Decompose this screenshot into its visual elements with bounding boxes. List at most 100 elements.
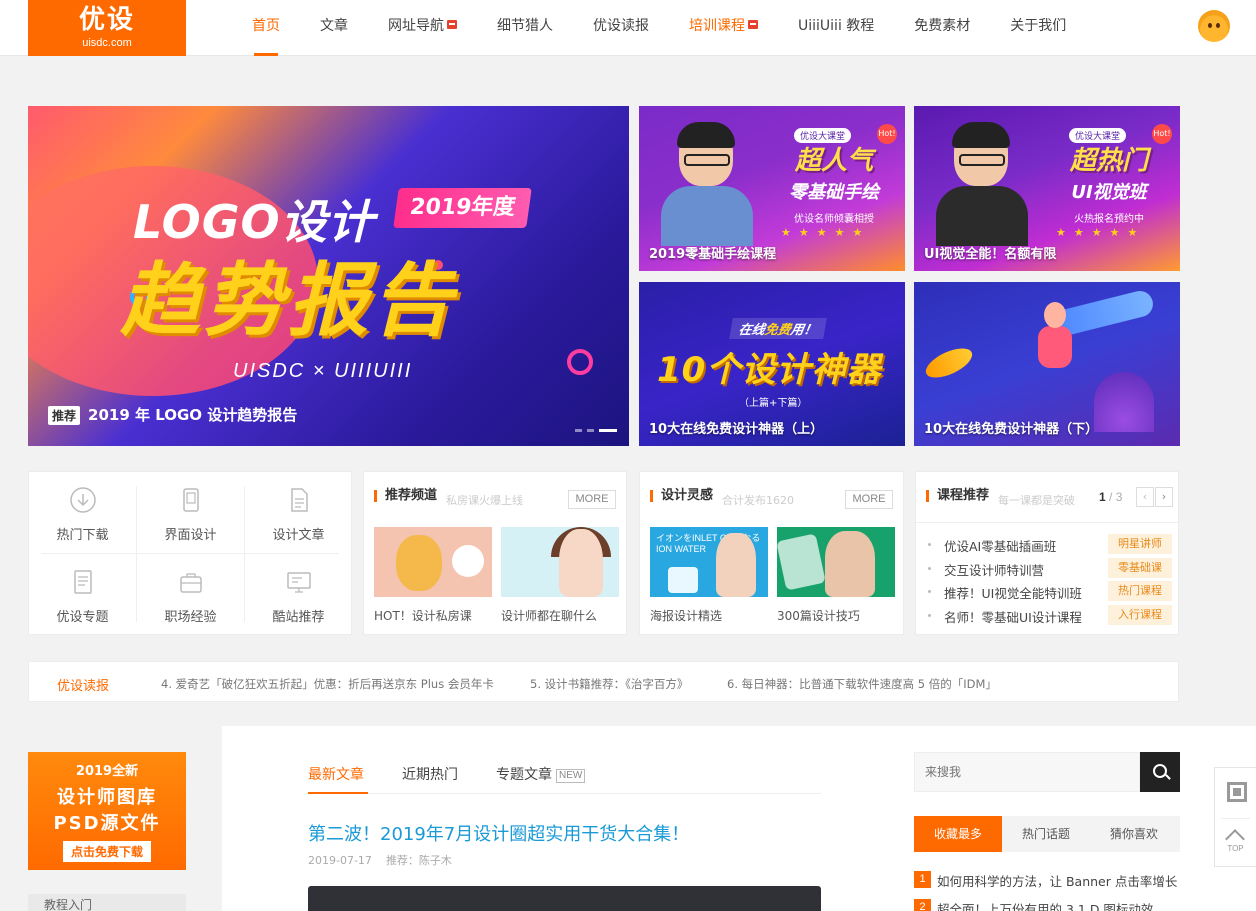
course-recommend-panel: 课程推荐 每一课都是突破 1 / 3 ‹ › 优设AI零基础插画班 明星讲师 交互设… bbox=[915, 471, 1179, 635]
course-item[interactable]: 推荐！UI视觉全能特训班 热门课程 bbox=[928, 580, 1172, 602]
quick-link-2[interactable]: 设计文章 bbox=[245, 472, 352, 553]
nav-item-1[interactable]: 文章 bbox=[300, 0, 368, 56]
course-item[interactable]: 交互设计师特训营 零基础课 bbox=[928, 557, 1172, 579]
tile-subtitle: 火热报名预约中 bbox=[1074, 214, 1144, 225]
logo-en: uisdc.com bbox=[82, 37, 132, 49]
quick-link-3[interactable]: 优设专题 bbox=[29, 554, 136, 635]
logo-cn: 优设 bbox=[78, 5, 135, 35]
promo-tile-ui-visual[interactable]: 优设大课堂 Hot! 超热门 UI视觉班 火热报名预约中 ★★★★★ UI视觉全… bbox=[914, 106, 1180, 271]
illustration-flame bbox=[921, 342, 977, 384]
carousel-dot[interactable] bbox=[575, 429, 582, 432]
thumb-caption[interactable]: 海报设计精选 bbox=[650, 607, 722, 624]
carousel-dot-active[interactable] bbox=[599, 429, 617, 432]
hero-banner[interactable]: LOGO设计 2019年度 趋势报告 UISDC × UIIIUIII 推荐 20… bbox=[28, 106, 629, 446]
thumb-designer-talk[interactable] bbox=[501, 527, 619, 597]
more-button[interactable]: MORE bbox=[568, 490, 616, 509]
sidebar-tabs: 收藏最多 热门话题 猜你喜欢 bbox=[914, 816, 1180, 852]
back-to-top-label[interactable]: TOP bbox=[1215, 844, 1256, 853]
carousel-dot[interactable] bbox=[587, 429, 594, 432]
rank-item[interactable]: 1 如何用科学的方法，让 Banner 点击率增长 bbox=[914, 869, 1180, 889]
prev-arrow-icon[interactable]: ‹ bbox=[1136, 487, 1154, 507]
nav-item-8[interactable]: 关于我们 bbox=[990, 0, 1086, 56]
panel-subtitle: 合计发布1620 bbox=[722, 494, 794, 507]
thumb-tips[interactable] bbox=[777, 527, 895, 597]
thumb-private-course[interactable] bbox=[374, 527, 492, 597]
thumb-caption[interactable]: HOT！设计私房课 bbox=[374, 607, 472, 624]
course-title[interactable]: 名师！零基础UI设计课程 bbox=[944, 607, 1082, 626]
nav-item-7[interactable]: 免费素材 bbox=[894, 0, 990, 56]
news-item[interactable]: 5. 设计书籍推荐：《治字百方》 bbox=[530, 676, 688, 692]
search-icon[interactable] bbox=[1140, 752, 1180, 792]
tab-latest[interactable]: 最新文章 bbox=[308, 764, 364, 784]
nav-item-2[interactable]: 网址导航 bbox=[368, 0, 477, 56]
news-item[interactable]: 6. 每日神器：比普通下载软件速度高 5 倍的「IDM」 bbox=[727, 676, 997, 692]
tile-badge: 优设大课堂 bbox=[1069, 128, 1127, 143]
article-author[interactable]: 推荐：陈子木 bbox=[386, 854, 452, 867]
course-item[interactable]: 名师！零基础UI设计课程 入行课程 bbox=[928, 604, 1172, 626]
recommend-channel-panel: 推荐频道 私房课火爆上线 MORE HOT！设计私房课 设计师都在聊什么 bbox=[363, 471, 627, 635]
quick-link-label: 职场经验 bbox=[164, 610, 217, 625]
sidebar-item-tutorial[interactable]: 教程入门 bbox=[28, 894, 186, 911]
user-avatar[interactable] bbox=[1198, 10, 1230, 42]
article-title[interactable]: 第二波！2019年7月设计圈超实用干货大合集！ bbox=[308, 820, 689, 846]
quick-link-1[interactable]: 界面设计 bbox=[137, 472, 244, 553]
rank-title[interactable]: 超全面！上万份有用的 3.1.D 图标动效 bbox=[937, 899, 1153, 911]
article-date: 2019-07-17 bbox=[308, 854, 372, 867]
star-rating: ★★★★★ bbox=[1056, 226, 1146, 239]
panel-subtitle: 私房课火爆上线 bbox=[446, 494, 523, 507]
news-item[interactable]: 4. 爱奇艺「破亿狂欢五折起」优惠：折后再送京东 Plus 会员年卡 bbox=[161, 676, 494, 692]
recommend-tag: 推荐 bbox=[48, 406, 81, 425]
promo-tile-tools-1[interactable]: 在线免费用！ 10个设计神器 （上篇+下篇） 10大在线免费设计神器（上） bbox=[639, 282, 905, 446]
promo-tile-tools-2[interactable]: 10大在线免费设计神器（下） bbox=[914, 282, 1180, 446]
banner-caption-text: 2019 年 LOGO 设计趋势报告 bbox=[88, 406, 298, 424]
qrcode-icon[interactable] bbox=[1227, 782, 1247, 802]
more-button[interactable]: MORE bbox=[845, 490, 893, 509]
psd-promo-ad[interactable]: 2019全新 设计师图库 PSD源文件 点击免费下载 bbox=[28, 752, 186, 870]
topic-icon bbox=[69, 568, 97, 596]
news-label[interactable]: 优设读报 bbox=[57, 675, 109, 694]
rank-number: 2 bbox=[914, 899, 931, 911]
nav-item-6[interactable]: UiiiUiii 教程 bbox=[778, 0, 894, 56]
quick-link-5[interactable]: 酷站推荐 bbox=[245, 554, 352, 635]
quick-link-label: 界面设计 bbox=[164, 528, 217, 543]
floating-toolbar: TOP bbox=[1214, 767, 1256, 867]
nav-item-3[interactable]: 细节猎人 bbox=[477, 0, 573, 56]
tab-you-may-like[interactable]: 猜你喜欢 bbox=[1090, 816, 1178, 852]
tile-subtitle: （上篇+下篇） bbox=[739, 398, 808, 409]
site-logo[interactable]: 优设 uisdc.com bbox=[28, 0, 186, 56]
thumb-poster[interactable]: イオンをINLET ONになる ION WATER bbox=[650, 527, 768, 597]
next-arrow-icon[interactable]: › bbox=[1155, 487, 1173, 507]
tab-most-favorited[interactable]: 收藏最多 bbox=[914, 816, 1002, 852]
quick-link-label: 优设专题 bbox=[56, 610, 109, 625]
course-title[interactable]: 推荐！UI视觉全能特训班 bbox=[944, 583, 1082, 602]
rank-item[interactable]: 2 超全面！上万份有用的 3.1.D 图标动效 bbox=[914, 897, 1180, 911]
rank-title[interactable]: 如何用科学的方法，让 Banner 点击率增长 bbox=[937, 871, 1177, 890]
quick-link-label: 设计文章 bbox=[272, 528, 325, 543]
panel-title: 设计灵感 bbox=[650, 489, 713, 502]
promo-tile-handdrawing[interactable]: 优设大课堂 Hot! 超人气 零基础手绘 优设名师倾囊相授 ★★★★★ 2019… bbox=[639, 106, 905, 271]
carousel-dots[interactable] bbox=[575, 429, 617, 432]
quick-link-4[interactable]: 职场经验 bbox=[137, 554, 244, 635]
thumb-caption[interactable]: 设计师都在聊什么 bbox=[501, 607, 597, 624]
search-input[interactable] bbox=[914, 752, 1140, 792]
tile-badge: 优设大课堂 bbox=[794, 128, 852, 143]
thumb-caption[interactable]: 300篇设计技巧 bbox=[777, 607, 860, 624]
tab-topics[interactable]: 专题文章 NEW bbox=[496, 764, 586, 784]
nav-item-4[interactable]: 优设读报 bbox=[573, 0, 669, 56]
quick-link-0[interactable]: 热门下载 bbox=[29, 472, 136, 553]
course-badge: 入行课程 bbox=[1108, 604, 1172, 625]
nav-item-0[interactable]: 首页 bbox=[232, 0, 300, 56]
design-inspiration-panel: 设计灵感 合计发布1620 MORE イオンをINLET ONになる ION W… bbox=[639, 471, 904, 635]
article-cover-image[interactable] bbox=[308, 886, 821, 911]
course-title[interactable]: 优设AI零基础插画班 bbox=[944, 536, 1056, 555]
pager: 1 / 3 bbox=[1099, 490, 1123, 504]
teacher-photo bbox=[936, 122, 1028, 246]
course-title[interactable]: 交互设计师特训营 bbox=[944, 560, 1044, 579]
promo-line: 设计师图库 bbox=[57, 787, 157, 808]
course-item[interactable]: 优设AI零基础插画班 明星讲师 bbox=[928, 533, 1172, 555]
tab-hot[interactable]: 近期热门 bbox=[402, 764, 458, 784]
document-icon bbox=[285, 486, 313, 514]
free-download-button[interactable]: 点击免费下载 bbox=[62, 841, 151, 862]
tab-hot-topics[interactable]: 热门话题 bbox=[1002, 816, 1090, 852]
nav-item-5[interactable]: 培训课程 bbox=[669, 0, 778, 56]
